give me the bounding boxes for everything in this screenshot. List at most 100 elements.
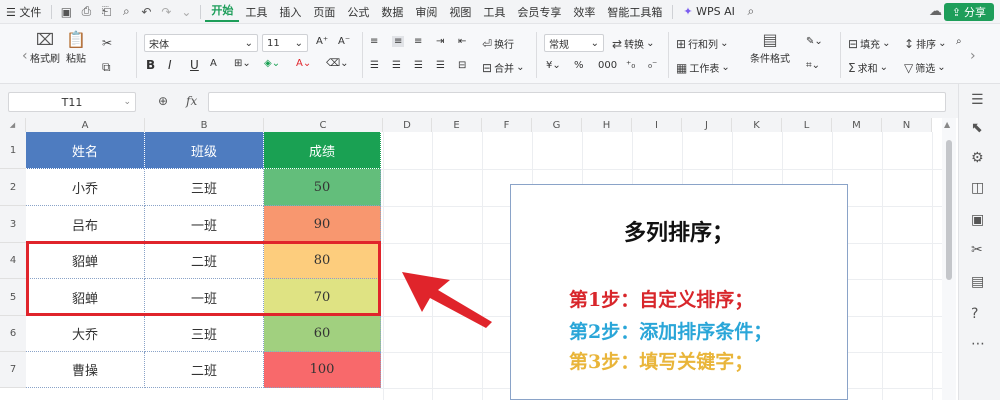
settings-sliders-icon[interactable]: ⚙	[971, 150, 984, 166]
tab-view[interactable]: 视图	[443, 4, 477, 20]
help-icon[interactable]: ?	[971, 306, 978, 322]
row-header[interactable]: 3	[0, 206, 26, 243]
tab-insert[interactable]: 插入	[273, 4, 307, 20]
fill-button[interactable]: ⊟ 填充 ⌄	[848, 36, 890, 52]
tools-icon[interactable]: ✂	[971, 242, 983, 258]
cell-name[interactable]: 吕布	[26, 206, 145, 243]
fill-color-icon[interactable]: ◈⌄	[264, 58, 280, 69]
align-right-icon[interactable]: ☰	[414, 60, 423, 71]
print-icon[interactable]: ⎗	[96, 4, 116, 19]
tab-data[interactable]: 数据	[375, 4, 409, 20]
tab-formula[interactable]: 公式	[341, 4, 375, 20]
align-middle-icon[interactable]: ≡	[392, 36, 405, 47]
find-icon[interactable]: ⌕	[956, 36, 962, 47]
save-icon[interactable]: ▣	[56, 5, 76, 19]
wrap-button[interactable]: ⏎ 换行	[482, 36, 514, 52]
row-header[interactable]: 4	[0, 243, 26, 279]
more-chevron-icon[interactable]: ⌄	[176, 5, 196, 19]
ribbon-scroll-left-icon[interactable]: ‹	[22, 48, 28, 64]
header-cell-name[interactable]: 姓名	[26, 132, 145, 169]
decimal-increase-icon[interactable]: ⁺₀	[626, 60, 635, 71]
redo-icon[interactable]: ↷	[156, 5, 176, 19]
cell-score[interactable]: 90	[264, 206, 381, 243]
copy-icon[interactable]: ⧉	[102, 60, 111, 75]
column-header[interactable]: G	[532, 118, 582, 132]
align-top-icon[interactable]: ≡	[370, 36, 378, 47]
italic-button[interactable]: I	[168, 58, 172, 72]
ribbon-scroll-right-icon[interactable]: ›	[970, 48, 976, 64]
row-header[interactable]: 6	[0, 316, 26, 352]
indent-icon[interactable]: ⇥	[436, 36, 444, 47]
tab-efficiency[interactable]: 效率	[567, 4, 601, 20]
formula-input[interactable]	[208, 92, 946, 112]
column-header[interactable]: F	[482, 118, 532, 132]
cell-class[interactable]: 三班	[145, 316, 264, 352]
wps-ai-button[interactable]: ✦ WPS AI	[677, 5, 740, 18]
collapse-icon[interactable]: ☰	[971, 92, 984, 108]
currency-icon[interactable]: ¥⌄	[546, 60, 561, 71]
shape-icon[interactable]: ◫	[971, 180, 984, 196]
column-header[interactable]: J	[682, 118, 732, 132]
select-all-corner[interactable]: ◢	[0, 118, 26, 132]
sort-button[interactable]: ↕ 排序 ⌄	[904, 36, 946, 52]
thousands-icon[interactable]: 000	[598, 60, 617, 71]
fx-icon[interactable]: fx	[186, 94, 197, 108]
cell-class[interactable]: 一班	[145, 206, 264, 243]
freeze-icon[interactable]: ⌗⌄	[806, 60, 820, 71]
search-icon[interactable]: ⌕	[741, 4, 761, 19]
row-header[interactable]: 7	[0, 352, 26, 388]
cell-score[interactable]: 50	[264, 169, 381, 206]
underline-button[interactable]: U	[190, 58, 199, 72]
font-size-select[interactable]: 11 ⌄	[262, 34, 308, 52]
cell-name[interactable]: 小乔	[26, 169, 145, 206]
sum-button[interactable]: Σ 求和 ⌄	[848, 60, 888, 76]
justify-icon[interactable]: ☰	[436, 60, 445, 71]
align-bottom-icon[interactable]: ≡	[414, 36, 422, 47]
image-icon[interactable]: ▣	[971, 212, 984, 228]
align-left-icon[interactable]: ☰	[370, 60, 379, 71]
tab-tools-2[interactable]: 工具	[477, 4, 511, 20]
row-header[interactable]: 5	[0, 279, 26, 316]
book-icon[interactable]: ▤	[971, 274, 984, 290]
cell-name[interactable]: 曹操	[26, 352, 145, 388]
preview-icon[interactable]: ⌕	[116, 4, 136, 19]
zoom-icon[interactable]: ⊕	[158, 94, 168, 108]
cell-name[interactable]: 大乔	[26, 316, 145, 352]
format-painter-button[interactable]: ⌧ 格式刷	[30, 30, 60, 65]
cloud-icon[interactable]: ☁	[929, 4, 942, 19]
tab-page[interactable]: 页面	[307, 4, 341, 20]
column-header[interactable]: A	[26, 118, 145, 132]
cell-class[interactable]: 二班	[145, 352, 264, 388]
decimal-decrease-icon[interactable]: ₀⁻	[648, 60, 657, 71]
worksheet-button[interactable]: ▦ 工作表 ⌄	[676, 60, 730, 76]
column-header[interactable]: D	[383, 118, 432, 132]
column-header[interactable]: L	[782, 118, 832, 132]
undo-icon[interactable]: ↶	[136, 5, 156, 19]
scrollbar-thumb[interactable]	[946, 140, 952, 280]
tab-tools[interactable]: 工具	[239, 4, 273, 20]
export-icon[interactable]: ⎙	[76, 4, 96, 19]
font-name-select[interactable]: 宋体 ⌄	[144, 34, 258, 52]
filter-button[interactable]: ▽ 筛选 ⌄	[904, 60, 946, 76]
cut-icon[interactable]: ✂	[102, 36, 112, 50]
outdent-icon[interactable]: ⇤	[458, 36, 466, 47]
header-cell-score[interactable]: 成绩	[264, 132, 381, 169]
scroll-up-icon[interactable]: ▲	[944, 120, 950, 129]
bold-button[interactable]: B	[146, 58, 155, 72]
share-button[interactable]: ⇪ 分享	[943, 3, 994, 21]
merge-button[interactable]: ⊟ 合并 ⌄	[482, 60, 524, 76]
tab-review[interactable]: 审阅	[409, 4, 443, 20]
more-icon[interactable]: ⋯	[971, 336, 985, 352]
number-format-select[interactable]: 常规 ⌄	[544, 34, 604, 52]
column-header[interactable]: C	[264, 118, 383, 132]
column-header[interactable]: B	[145, 118, 264, 132]
vertical-scrollbar[interactable]: ▲	[942, 118, 956, 400]
tab-home[interactable]: 开始	[205, 1, 240, 22]
app-menu-button[interactable]: ☰ 文件	[0, 4, 47, 20]
name-box[interactable]: T11 ⌄	[8, 92, 136, 112]
strikethrough-icon[interactable]: A	[210, 58, 217, 69]
border-icon[interactable]: ⊞⌄	[234, 58, 251, 69]
rows-cols-button[interactable]: ⊞ 行和列 ⌄	[676, 36, 728, 52]
font-color-icon[interactable]: A⌄	[296, 58, 311, 69]
paste-button[interactable]: 📋 粘贴	[66, 30, 86, 65]
